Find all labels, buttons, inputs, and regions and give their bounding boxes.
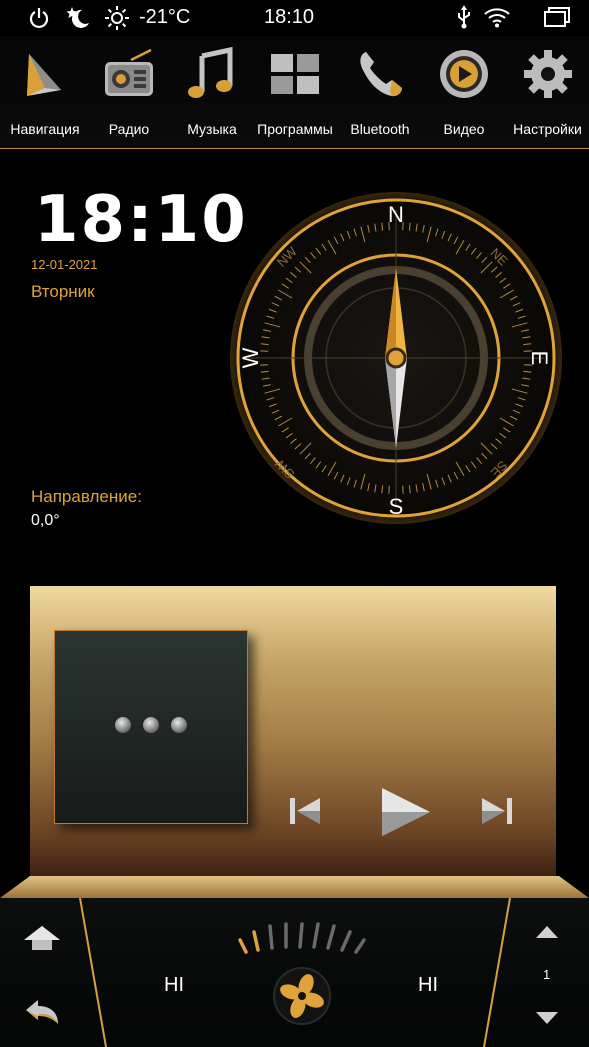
navigation-arrow-icon [27, 54, 61, 96]
ellipsis-icon [171, 717, 187, 733]
ellipsis-icon [143, 717, 159, 733]
compass[interactable]: N S E W NE SE SW NW [228, 190, 564, 526]
chevron-up-icon[interactable] [534, 924, 560, 940]
compass-west: W [238, 347, 263, 368]
back-arrow-icon[interactable] [22, 996, 62, 1026]
app-video[interactable]: Видео [422, 36, 506, 148]
fan-icon[interactable] [272, 966, 332, 1026]
outside-temperature: -21°C [139, 6, 191, 28]
divider [79, 898, 107, 1047]
phone-icon [360, 52, 402, 97]
app-label: Видео [443, 121, 485, 137]
clock-weekday: Вторник [31, 282, 95, 301]
app-label: Настройки [513, 121, 582, 137]
usb-icon [458, 5, 470, 29]
skip-previous-icon[interactable] [288, 796, 322, 828]
app-bluetooth[interactable]: Bluetooth [338, 36, 422, 148]
clock-date: 12-01-2021 [31, 257, 98, 272]
app-navigation[interactable]: Навигация [0, 36, 90, 148]
direction-label: Направление: [31, 487, 142, 506]
app-radio[interactable]: Радио [88, 36, 170, 148]
clock-time[interactable]: 18:10 [34, 183, 248, 257]
fan-speed-indicator [238, 922, 366, 954]
app-settings[interactable]: Настройки [506, 36, 589, 148]
status-time: 18:10 [264, 6, 315, 28]
compass-east: E [527, 351, 552, 366]
app-label: Навигация [10, 121, 80, 137]
moon-star-icon[interactable] [64, 5, 92, 31]
status-bar: -21°C 18:10 [0, 0, 589, 36]
apps-grid-icon [271, 54, 319, 94]
app-programs[interactable]: Программы [252, 36, 338, 148]
ellipsis-icon [115, 717, 131, 733]
compass-north: N [388, 202, 404, 227]
app-music[interactable]: Музыка [172, 36, 252, 148]
power-icon[interactable] [28, 7, 50, 29]
right-temp-level[interactable]: HI [418, 974, 438, 997]
sun-icon [105, 6, 129, 30]
divider [483, 898, 511, 1047]
skip-next-icon[interactable] [480, 796, 514, 828]
music-note-icon [188, 46, 233, 98]
fan-speed-value: 1 [543, 967, 551, 982]
compass-south: S [389, 494, 404, 519]
media-shelf [0, 876, 589, 898]
chevron-down-icon[interactable] [534, 1010, 560, 1026]
radio-icon [105, 48, 153, 96]
app-dock: Навигация Радио Музыка Программы Bluetoo… [0, 36, 589, 149]
recent-apps-icon[interactable] [543, 6, 571, 28]
play-icon[interactable] [378, 786, 434, 838]
home-arrow-icon[interactable] [22, 924, 62, 952]
left-temp-level[interactable]: HI [164, 974, 184, 997]
wifi-icon [484, 8, 510, 28]
app-label: Программы [257, 121, 333, 137]
app-label: Bluetooth [350, 121, 410, 137]
app-label: Радио [108, 121, 150, 137]
app-label: Музыка [187, 121, 237, 137]
direction-value: 0,0° [31, 512, 60, 529]
gear-icon [523, 50, 572, 98]
album-art[interactable] [54, 630, 248, 824]
play-disc-icon [440, 50, 488, 98]
